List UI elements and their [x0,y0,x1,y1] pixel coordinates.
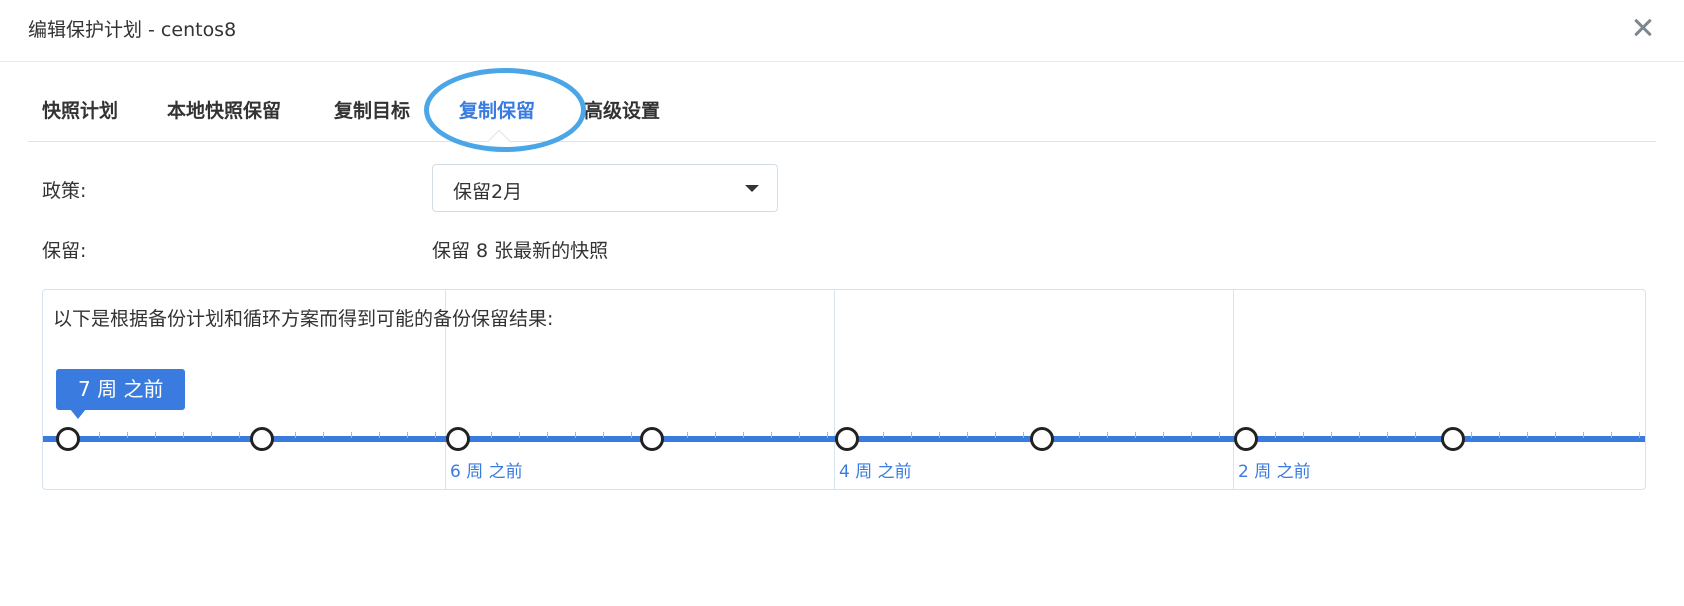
tabs-divider [28,141,1656,142]
tab-local-snapshot-retention[interactable]: 本地快照保留 [167,96,281,123]
close-icon[interactable] [1628,12,1658,42]
timeline-tick [1527,432,1528,438]
timeline-tick [379,432,380,438]
timeline-tick [1555,432,1556,438]
policy-select[interactable]: 保留2月 [432,164,778,212]
week-label: 4 周 之前 [839,462,912,482]
timeline-tick [1107,432,1108,438]
timeline-tick [295,432,296,438]
timeline-tick [1331,432,1332,438]
timeline-divider [834,290,835,489]
snapshot-node[interactable] [56,427,80,451]
timeline-tick [1163,432,1164,438]
retention-value: 保留 8 张最新的快照 [432,240,609,262]
timeline-tick [715,432,716,438]
timeline-tick [155,432,156,438]
timeline-tick [827,432,828,438]
timeline-tick [1359,432,1360,438]
timeline-tick [1639,432,1640,438]
timeline-tick [1275,432,1276,438]
timeline-tick [1471,432,1472,438]
chevron-down-icon [745,185,759,192]
active-tab-indicator [487,129,511,153]
timeline-tick [183,432,184,438]
timeline-tick [519,432,520,438]
snapshot-node[interactable] [1441,427,1465,451]
timeline-tick [547,432,548,438]
timeline-tick [407,432,408,438]
tab-replication-retention[interactable]: 复制保留 [459,96,535,123]
dialog-header: 编辑保护计划 - centos8 [0,0,1684,62]
tooltip-arrow [70,409,86,419]
timeline-tick [1415,432,1416,438]
snapshot-node[interactable] [640,427,664,451]
snapshot-node[interactable] [835,427,859,451]
timeline-tick [799,432,800,438]
timeline-tick [883,432,884,438]
timeline-tick [1219,432,1220,438]
timeline-tick [743,432,744,438]
snapshot-node[interactable] [446,427,470,451]
timeline-tick [1191,432,1192,438]
retention-label: 保留: [42,240,87,262]
tooltip-text: 7 周 之前 [78,377,164,401]
timeline-tick [967,432,968,438]
tab-snapshot-schedule[interactable]: 快照计划 [42,96,118,123]
timeline-tick [1611,432,1612,438]
timeline-tick [351,432,352,438]
timeline-tick [687,432,688,438]
snapshot-node[interactable] [1234,427,1258,451]
timeline-tick [603,432,604,438]
policy-label: 政策: [42,180,87,202]
timeline-divider [1233,290,1234,489]
timeline-tick [99,432,100,438]
timeline-tick [323,432,324,438]
timeline-tick [575,432,576,438]
timeline-tick [239,432,240,438]
timeline-tick [911,432,912,438]
timeline-tick [1023,432,1024,438]
timeline-tick [1135,432,1136,438]
timeline-tick [995,432,996,438]
timeline-tick [435,432,436,438]
timeline-tick [771,432,772,438]
snapshot-node[interactable] [1030,427,1054,451]
timeline-tick [1499,432,1500,438]
policy-select-value: 保留2月 [453,181,523,203]
timeline-tick [1387,432,1388,438]
timeline-tick [1079,432,1080,438]
timeline-tick [631,432,632,438]
timeline-tick [1303,432,1304,438]
timeline-tick [491,432,492,438]
week-label: 2 周 之前 [1238,462,1311,482]
dialog-title: 编辑保护计划 - centos8 [28,19,237,41]
timeline-tick [127,432,128,438]
retention-timeline-panel: 以下是根据备份计划和循环方案而得到可能的备份保留结果: 6 周 之前 4 周 之… [42,289,1646,490]
week-label: 6 周 之前 [450,462,523,482]
timeline-tick [211,432,212,438]
snapshot-node[interactable] [250,427,274,451]
timeline-tooltip: 7 周 之前 [56,369,186,419]
tab-advanced-settings[interactable]: 高级设置 [584,96,660,123]
timeline-tick [939,432,940,438]
tab-replication-target[interactable]: 复制目标 [334,96,410,123]
timeline-caption: 以下是根据备份计划和循环方案而得到可能的备份保留结果: [53,308,554,330]
timeline-tick [1583,432,1584,438]
